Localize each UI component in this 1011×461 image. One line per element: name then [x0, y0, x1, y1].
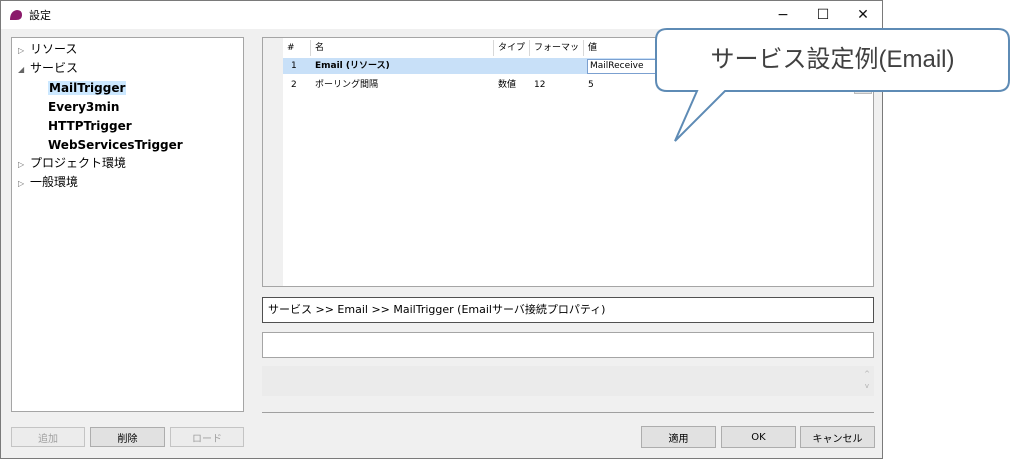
tree-item-services[interactable]: ◢ サービス: [18, 59, 78, 77]
table-cell-type[interactable]: [494, 58, 530, 74]
divider: [262, 412, 874, 413]
table-cell-number: 1: [291, 61, 297, 71]
detail-area: ^ v: [262, 366, 874, 396]
table-cell-name[interactable]: Email (リソース): [311, 58, 494, 74]
expand-arrow-icon[interactable]: ▷: [18, 156, 30, 174]
property-path: サービス >> Email >> MailTrigger (Emailサーバ接続…: [262, 297, 874, 323]
tree-item-mailtrigger[interactable]: MailTrigger: [48, 79, 127, 97]
scroll-up-icon[interactable]: ^: [862, 368, 872, 380]
column-header-value[interactable]: 値: [584, 40, 664, 56]
minimize-button[interactable]: −: [763, 1, 803, 29]
tree-item-every3min[interactable]: Every3min: [48, 98, 119, 116]
table-cell-type[interactable]: 数値: [494, 77, 530, 93]
cancel-button[interactable]: キャンセル: [800, 426, 875, 448]
expand-arrow-icon[interactable]: ▷: [18, 175, 30, 193]
table-cell-name[interactable]: ポーリング間隔: [311, 77, 494, 93]
description-field[interactable]: [262, 332, 874, 358]
tree-item-httptrigger[interactable]: HTTPTrigger: [48, 117, 132, 135]
tree-item-resources[interactable]: ▷ リソース: [18, 40, 77, 58]
table-cell-value[interactable]: 5: [584, 77, 664, 93]
load-button[interactable]: ロード: [170, 427, 244, 447]
row-gutter: [263, 38, 283, 286]
apply-button[interactable]: 適用: [641, 426, 716, 448]
table-cell-value-editor[interactable]: MailReceive: [587, 59, 659, 74]
add-button[interactable]: 追加: [11, 427, 85, 447]
callout-annotation: サービス設定例(Email): [655, 28, 1010, 148]
column-header-number[interactable]: #: [283, 40, 311, 56]
tree-item-general-env[interactable]: ▷ 一般環境: [18, 173, 78, 191]
app-icon: [9, 9, 23, 21]
detail-scrollbar[interactable]: ^ v: [862, 368, 872, 394]
table-cell-format[interactable]: [530, 58, 584, 74]
title-bar: 設定 − ☐ ✕: [1, 1, 882, 29]
table-cell-number: 2: [291, 80, 297, 90]
window-title: 設定: [29, 9, 51, 22]
callout-text: サービス設定例(Email): [710, 46, 955, 73]
column-header-type[interactable]: タイプ: [494, 40, 530, 56]
close-button[interactable]: ✕: [843, 1, 883, 29]
ok-button[interactable]: OK: [721, 426, 796, 448]
settings-tree[interactable]: ▷ リソース ◢ サービス MailTrigger Every3min HTTPTr…: [11, 37, 244, 412]
tree-item-webservicestrigger[interactable]: WebServicesTrigger: [48, 136, 183, 154]
expand-arrow-icon[interactable]: ▷: [18, 42, 30, 60]
collapse-arrow-icon[interactable]: ◢: [18, 61, 30, 79]
column-header-name[interactable]: 名: [311, 40, 494, 56]
tree-item-project-env[interactable]: ▷ プロジェクト環境: [18, 154, 126, 172]
table-cell-format[interactable]: 12: [530, 77, 584, 93]
column-header-format[interactable]: フォーマット: [530, 40, 584, 69]
delete-button[interactable]: 削除: [90, 427, 165, 447]
scroll-down-icon[interactable]: v: [862, 380, 872, 392]
maximize-button[interactable]: ☐: [803, 1, 843, 29]
